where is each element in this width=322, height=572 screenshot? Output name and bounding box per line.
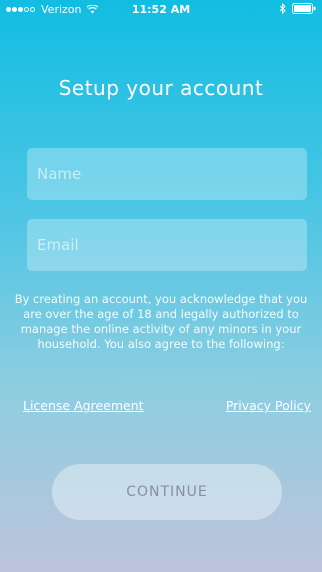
- name-field[interactable]: [27, 148, 307, 200]
- status-time: 11:52 AM: [131, 3, 191, 16]
- continue-button[interactable]: CONTINUE: [52, 464, 282, 520]
- battery-icon: [292, 3, 316, 14]
- bluetooth-icon: [279, 3, 286, 14]
- status-right: [279, 3, 316, 14]
- disclaimer-text: By creating an account, you acknowledge …: [14, 292, 308, 351]
- page-title: Setup your account: [58, 76, 264, 100]
- email-field[interactable]: [27, 219, 307, 271]
- setup-account-screen: Verizon 11:52 AM Setup your account By c…: [0, 0, 322, 572]
- status-bar: Verizon 11:52 AM: [0, 0, 322, 20]
- privacy-policy-link[interactable]: Privacy Policy: [226, 398, 311, 413]
- license-agreement-link[interactable]: License Agreement: [23, 398, 144, 413]
